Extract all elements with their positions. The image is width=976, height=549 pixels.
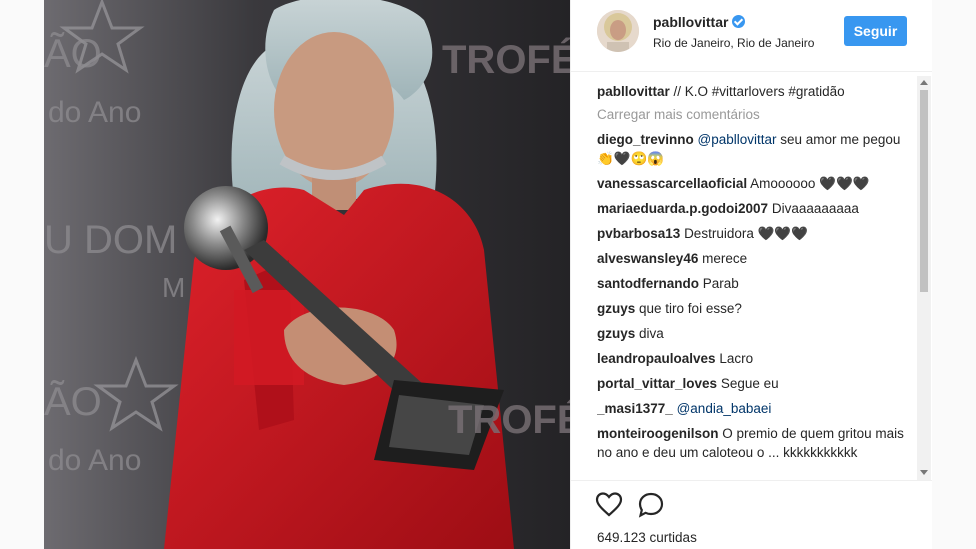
comment-row: alveswansley46 merece bbox=[597, 249, 911, 268]
post-photo[interactable]: ÃO do Ano U DOM M ÃO do Ano TROFÉ TROFÉ bbox=[44, 0, 570, 549]
comment-text: merece bbox=[702, 251, 748, 266]
comment-mention[interactable]: @andia_babaei bbox=[677, 401, 772, 416]
comment-username[interactable]: mariaeduarda.p.godoi2007 bbox=[597, 201, 768, 216]
comment-username[interactable]: gzuys bbox=[597, 326, 635, 341]
backdrop-line: M bbox=[162, 272, 186, 303]
comment-username[interactable]: portal_vittar_loves bbox=[597, 376, 717, 391]
scroll-up-arrow-icon[interactable] bbox=[920, 80, 928, 85]
comment-text: que tiro foi esse? bbox=[639, 301, 742, 316]
comment-row: leandropauloalves Lacro bbox=[597, 349, 911, 368]
post-header: pabllovittar Rio de Janeiro, Rio de Jane… bbox=[571, 0, 933, 72]
comment-username[interactable]: diego_trevinno bbox=[597, 132, 694, 147]
comment-username[interactable]: santodfernando bbox=[597, 276, 699, 291]
post-side-panel: pabllovittar Rio de Janeiro, Rio de Jane… bbox=[570, 0, 933, 549]
comment-username[interactable]: _masi1377_ bbox=[597, 401, 673, 416]
comment-row: mariaeduarda.p.godoi2007 Divaaaaaaaaa bbox=[597, 199, 911, 218]
comments-list: pabllovittar // K.O #vittarlovers #grati… bbox=[597, 82, 911, 480]
comment-text: Lacro bbox=[719, 351, 754, 366]
comment-row: vanessascarcellaoficial Amoooooo 🖤🖤🖤 bbox=[597, 174, 911, 193]
backdrop-text-right: TROFÉ bbox=[442, 38, 570, 82]
likes-count[interactable]: 649.123 curtidas bbox=[597, 530, 697, 545]
post-username-text[interactable]: pabllovittar bbox=[653, 14, 728, 30]
comment-username[interactable]: leandropauloalves bbox=[597, 351, 716, 366]
avatar-image bbox=[597, 10, 639, 52]
comment-items: diego_trevinno @pabllovittar seu amor me… bbox=[597, 130, 911, 462]
comment-row: pvbarbosa13 Destruidora 🖤🖤🖤 bbox=[597, 224, 911, 243]
backdrop-line: ÃO bbox=[44, 32, 102, 76]
comment-username[interactable]: pvbarbosa13 bbox=[597, 226, 680, 241]
comment-username[interactable]: alveswansley46 bbox=[597, 251, 698, 266]
backdrop-line: U DOM bbox=[44, 218, 178, 262]
post-caption: pabllovittar // K.O #vittarlovers #grati… bbox=[597, 82, 911, 101]
comment-mention[interactable]: @pabllovittar bbox=[698, 132, 777, 147]
comment-username[interactable]: monteiroogenilson bbox=[597, 426, 719, 441]
comment-row: gzuys diva bbox=[597, 324, 911, 343]
backdrop-line: do Ano bbox=[48, 444, 142, 477]
comment-text: Segue eu bbox=[720, 376, 779, 391]
comments-scrollbar[interactable] bbox=[917, 76, 931, 480]
scroll-thumb[interactable] bbox=[920, 90, 928, 292]
post-location[interactable]: Rio de Janeiro, Rio de Janeiro bbox=[653, 36, 814, 50]
comment-username[interactable]: vanessascarcellaoficial bbox=[597, 176, 747, 191]
avatar[interactable] bbox=[597, 10, 639, 52]
backdrop-text-right-lower: TROFÉ bbox=[448, 398, 570, 442]
follow-button[interactable]: Seguir bbox=[844, 16, 907, 46]
post-actions: 649.123 curtidas bbox=[571, 480, 933, 549]
load-more-comments-link[interactable]: Carregar mais comentários bbox=[597, 107, 911, 122]
comment-row: gzuys que tiro foi esse? bbox=[597, 299, 911, 318]
comment-row: diego_trevinno @pabllovittar seu amor me… bbox=[597, 130, 911, 168]
comment-row: _masi1377_ @andia_babaei bbox=[597, 399, 911, 418]
page-margin-right bbox=[932, 0, 976, 549]
backdrop-line: do Ano bbox=[48, 96, 142, 129]
verified-badge-icon bbox=[732, 15, 746, 28]
instagram-post-page: ÃO do Ano U DOM M ÃO do Ano TROFÉ TROFÉ … bbox=[0, 0, 976, 549]
comment-text: Destruidora 🖤🖤🖤 bbox=[684, 226, 809, 241]
page-margin-left bbox=[0, 0, 44, 549]
backdrop-text-left: ÃO do Ano U DOM M ÃO do Ano bbox=[44, 0, 224, 549]
comment-row: portal_vittar_loves Segue eu bbox=[597, 374, 911, 393]
comment-text: Amoooooo 🖤🖤🖤 bbox=[750, 176, 870, 191]
comment-text: Parab bbox=[702, 276, 739, 291]
comment-row: monteiroogenilson O premio de quem grito… bbox=[597, 424, 911, 462]
comment-text: diva bbox=[639, 326, 664, 341]
comment-text: Divaaaaaaaaa bbox=[771, 201, 859, 216]
scroll-down-arrow-icon[interactable] bbox=[920, 470, 928, 475]
heart-icon[interactable] bbox=[595, 491, 623, 519]
backdrop-line: ÃO bbox=[44, 380, 102, 424]
comment-row: santodfernando Parab bbox=[597, 274, 911, 293]
caption-text: // K.O #vittarlovers #gratidão bbox=[673, 84, 845, 99]
post-username[interactable]: pabllovittar bbox=[653, 14, 746, 30]
comment-username[interactable]: gzuys bbox=[597, 301, 635, 316]
caption-username[interactable]: pabllovittar bbox=[597, 84, 670, 99]
comment-icon[interactable] bbox=[637, 491, 665, 519]
